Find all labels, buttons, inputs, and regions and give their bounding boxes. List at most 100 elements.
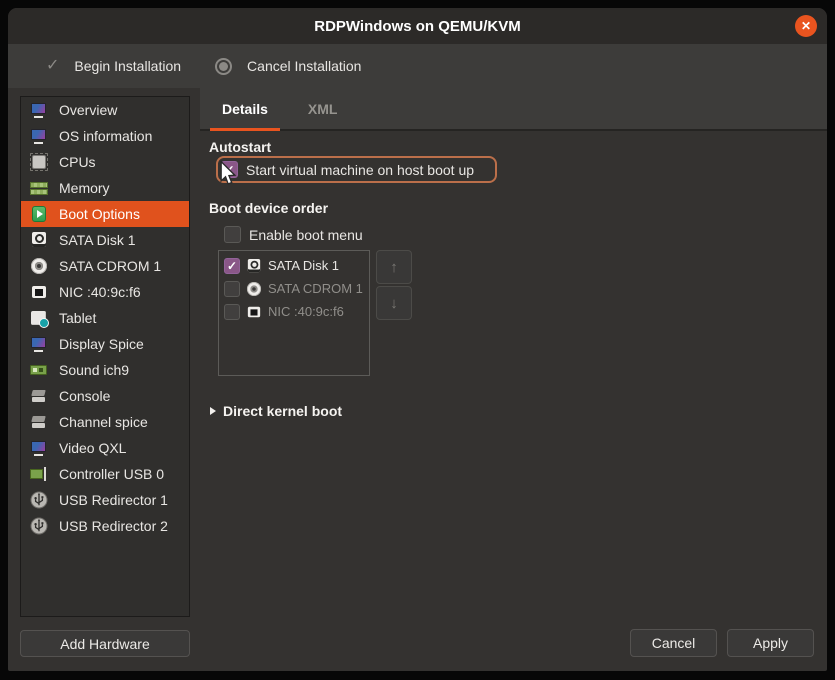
usb-icon (30, 491, 48, 509)
sidebar-item-overview[interactable]: Overview (21, 97, 189, 123)
arrow-down-icon: ↓ (390, 295, 398, 312)
sidebar-item-label: Tablet (59, 310, 96, 326)
monitor-icon (30, 127, 48, 145)
boot-device-checkbox[interactable]: ✓ (224, 258, 240, 274)
add-hardware-label: Add Hardware (60, 636, 150, 652)
autostart-checkbox[interactable]: ✓ (221, 161, 238, 178)
close-button[interactable]: ✕ (795, 15, 817, 37)
check-icon: ✓ (224, 164, 234, 176)
sidebar-item-label: Sound ich9 (59, 362, 129, 378)
sidebar-item-label: SATA CDROM 1 (59, 258, 161, 274)
checkmark-icon: ✓ (46, 58, 59, 74)
begin-installation-button[interactable]: ✓ Begin Installation (46, 58, 181, 74)
sidebar-item-tablet[interactable]: Tablet (21, 305, 189, 331)
tab-xml[interactable]: XML (288, 88, 358, 129)
sidebar-item-label: Video QXL (59, 440, 126, 456)
boot-device-checkbox[interactable] (224, 281, 240, 297)
boot-device-row-sata-cdrom-1[interactable]: SATA CDROM 1 (224, 277, 369, 300)
autostart-heading: Autostart (209, 139, 271, 155)
sidebar-item-label: Memory (59, 180, 110, 196)
apply-label: Apply (753, 635, 788, 651)
cdrom-icon (30, 257, 48, 275)
add-hardware-button[interactable]: Add Hardware (20, 630, 190, 657)
sidebar-item-label: NIC :40:9c:f6 (59, 284, 141, 300)
boot-device-list: ✓ SATA Disk 1 SATA CDROM 1 NIC :40:9c:f6 (218, 250, 370, 376)
tablet-icon (30, 309, 48, 327)
sidebar-item-label: Channel spice (59, 414, 148, 430)
sidebar-item-channel-spice[interactable]: Channel spice (21, 409, 189, 435)
nic-icon (30, 283, 48, 301)
boot-device-label: NIC :40:9c:f6 (268, 304, 344, 319)
sidebar-item-label: USB Redirector 1 (59, 492, 168, 508)
boot-device-checkbox[interactable] (224, 304, 240, 320)
tab-xml-label: XML (308, 101, 338, 117)
enable-boot-menu-row[interactable]: Enable boot menu (224, 226, 363, 243)
sidebar-item-label: SATA Disk 1 (59, 232, 136, 248)
sidebar-item-os-information[interactable]: OS information (21, 123, 189, 149)
tabstrip: Details XML (200, 88, 827, 131)
controller-icon (30, 465, 48, 483)
nic-icon (246, 304, 262, 320)
sidebar-item-label: Console (59, 388, 110, 404)
monitor-icon (30, 335, 48, 353)
cancel-installation-button[interactable]: Cancel Installation (215, 58, 361, 75)
toolbar: ✓ Begin Installation Cancel Installation (8, 44, 827, 88)
sidebar-item-console[interactable]: Console (21, 383, 189, 409)
memory-icon (30, 179, 48, 197)
sidebar-item-label: Boot Options (59, 206, 140, 222)
sidebar-item-sata-disk-1[interactable]: SATA Disk 1 (21, 227, 189, 253)
move-down-button[interactable]: ↓ (376, 286, 412, 320)
tab-details-label: Details (222, 101, 268, 117)
arrow-up-icon: ↑ (390, 259, 398, 276)
sidebar-item-memory[interactable]: Memory (21, 175, 189, 201)
direct-kernel-boot-expander[interactable]: Direct kernel boot (210, 403, 342, 419)
chevron-right-icon (210, 407, 216, 415)
sidebar-item-usb-redirector-1[interactable]: USB Redirector 1 (21, 487, 189, 513)
boot-icon (30, 205, 48, 223)
disk-icon (30, 231, 48, 249)
boot-device-order-heading: Boot device order (209, 200, 328, 216)
sidebar-item-label: Controller USB 0 (59, 466, 164, 482)
boot-device-row-nic-40-9c-f6[interactable]: NIC :40:9c:f6 (224, 300, 369, 323)
serial-icon (30, 387, 48, 405)
autostart-checkbox-row[interactable]: ✓ Start virtual machine on host boot up (216, 156, 497, 183)
cpu-icon (30, 153, 48, 171)
sidebar-item-boot-options[interactable]: Boot Options (21, 201, 189, 227)
sidebar-item-display-spice[interactable]: Display Spice (21, 331, 189, 357)
monitor-icon (30, 439, 48, 457)
boot-device-label: SATA CDROM 1 (268, 281, 363, 296)
direct-kernel-boot-label: Direct kernel boot (223, 403, 342, 419)
move-up-button[interactable]: ↑ (376, 250, 412, 284)
tab-details[interactable]: Details (202, 88, 288, 129)
sound-icon (30, 361, 48, 379)
boot-device-row-sata-disk-1[interactable]: ✓ SATA Disk 1 (224, 254, 369, 277)
sidebar-item-label: OS information (59, 128, 152, 144)
window-title: RDPWindows on QEMU/KVM (314, 18, 521, 35)
sidebar-item-label: USB Redirector 2 (59, 518, 168, 534)
cancel-button[interactable]: Cancel (630, 629, 717, 657)
sidebar-item-sound-ich9[interactable]: Sound ich9 (21, 357, 189, 383)
disk-icon (246, 258, 262, 274)
sidebar-item-sata-cdrom-1[interactable]: SATA CDROM 1 (21, 253, 189, 279)
apply-button[interactable]: Apply (727, 629, 814, 657)
cancel-record-icon (215, 58, 232, 75)
sidebar-item-controller-usb-0[interactable]: Controller USB 0 (21, 461, 189, 487)
monitor-icon (30, 101, 48, 119)
sidebar-item-label: Display Spice (59, 336, 144, 352)
boot-device-label: SATA Disk 1 (268, 258, 339, 273)
begin-installation-label: Begin Installation (74, 58, 181, 74)
cancel-installation-label: Cancel Installation (247, 58, 361, 74)
cancel-label: Cancel (652, 635, 696, 651)
cdrom-icon (246, 281, 262, 297)
enable-boot-menu-checkbox[interactable] (224, 226, 241, 243)
sidebar-item-label: Overview (59, 102, 117, 118)
close-icon: ✕ (801, 19, 811, 33)
sidebar-item-nic-40-9c-f6[interactable]: NIC :40:9c:f6 (21, 279, 189, 305)
hardware-list: Overview OS information CPUs Memory Boot Opt… (20, 96, 190, 617)
titlebar[interactable]: RDPWindows on QEMU/KVM ✕ (8, 8, 827, 44)
enable-boot-menu-label: Enable boot menu (249, 227, 363, 243)
sidebar-item-cpus[interactable]: CPUs (21, 149, 189, 175)
sidebar-item-label: CPUs (59, 154, 96, 170)
sidebar-item-usb-redirector-2[interactable]: USB Redirector 2 (21, 513, 189, 539)
sidebar-item-video-qxl[interactable]: Video QXL (21, 435, 189, 461)
